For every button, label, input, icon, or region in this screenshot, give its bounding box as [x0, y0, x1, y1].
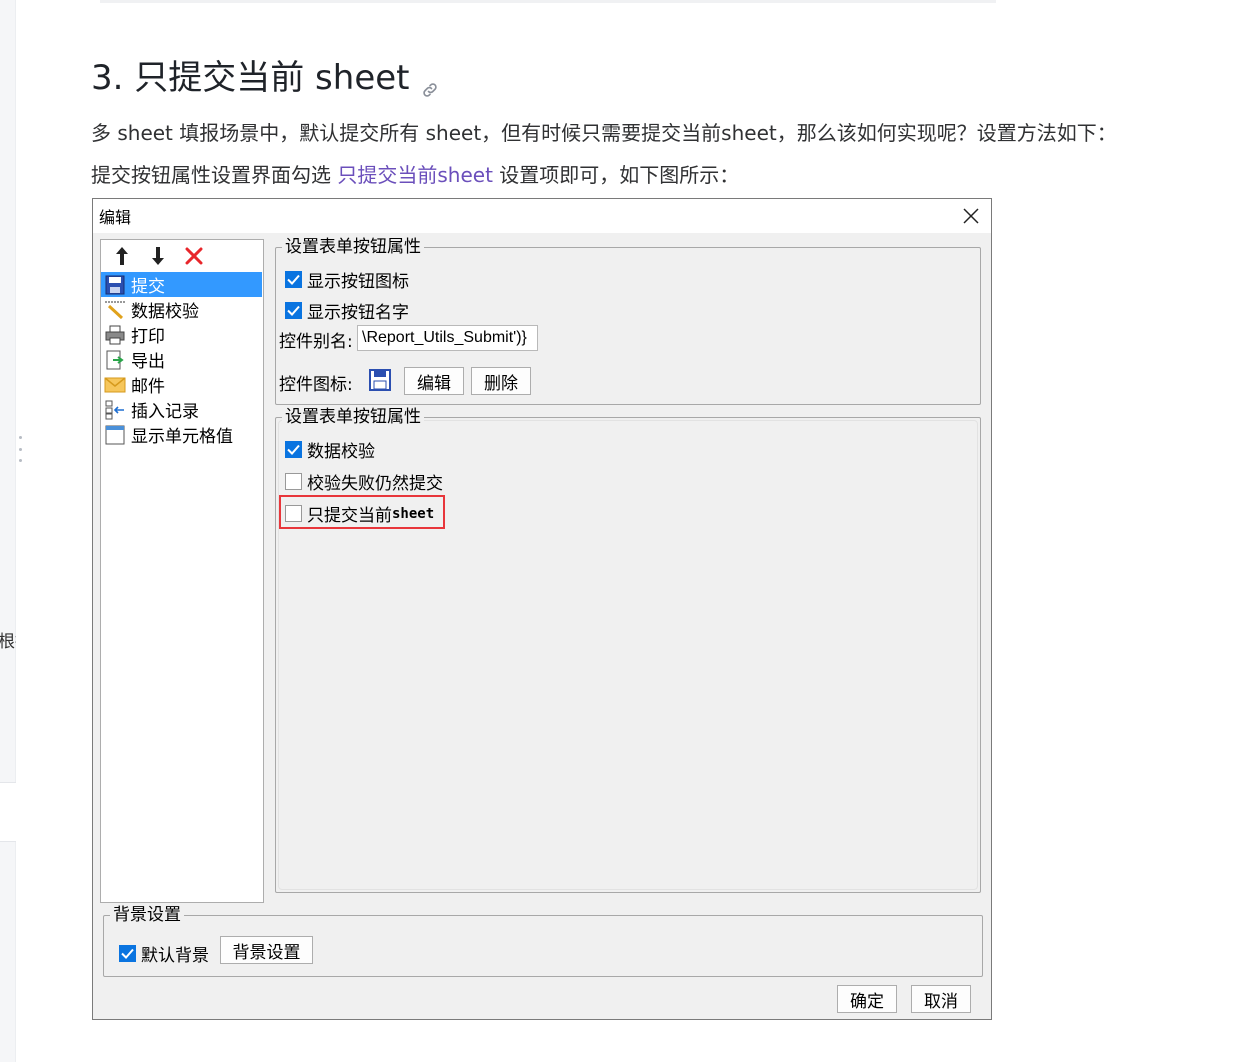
printer-icon [103, 324, 127, 346]
left-sidebar-rail [0, 0, 16, 1062]
insert-record-icon [103, 399, 127, 421]
alias-label: 控件别名: [279, 332, 353, 352]
mail-icon [103, 374, 127, 396]
validate-icon [103, 299, 127, 321]
list-item-label: 打印 [131, 327, 165, 347]
checkbox-checked[interactable] [285, 271, 302, 288]
checkbox-checked[interactable] [119, 945, 136, 962]
show-icon-label: 显示按钮图标 [307, 272, 409, 292]
list-item-print[interactable]: 打印 [101, 322, 263, 347]
edit-dialog: 编辑 提交 数据校验 打印 导出 邮件 插入记录 显示单元格值 设置表单按钮属性… [92, 198, 992, 1020]
floppy-disk-icon [369, 369, 391, 395]
validate-checkbox-row[interactable]: 数据校验 [285, 437, 375, 462]
list-item-label: 提交 [131, 277, 165, 297]
delete-x-icon[interactable] [183, 245, 205, 267]
cell-value-icon [103, 424, 127, 446]
close-icon[interactable] [957, 202, 985, 230]
dialog-titlebar: 编辑 [93, 199, 991, 233]
sidebar-resize-handle[interactable] [18, 436, 22, 462]
list-item-label: 邮件 [131, 377, 165, 397]
edit-icon-button[interactable]: 编辑 [404, 367, 464, 395]
export-icon [103, 349, 127, 371]
group-legend: 设置表单按钮属性 [282, 407, 424, 427]
sidebar-clipped-text: 根据 [0, 632, 16, 652]
list-toolbar [101, 240, 263, 272]
top-divider [100, 0, 996, 3]
icon-label: 控件图标: [279, 375, 353, 395]
show-name-checkbox-row[interactable]: 显示按钮名字 [285, 298, 409, 323]
list-item-cell-value[interactable]: 显示单元格值 [101, 422, 263, 447]
submit-on-fail-label: 校验失败仍然提交 [307, 474, 443, 494]
paragraph-instruction: 提交按钮属性设置界面勾选 只提交当前sheet 设置项即可，如下图所示： [91, 159, 739, 188]
group-legend: 背景设置 [110, 905, 184, 925]
cancel-button[interactable]: 取消 [911, 985, 971, 1013]
checkbox-checked[interactable] [285, 302, 302, 319]
para2-prefix: 提交按钮属性设置界面勾选 [91, 163, 338, 187]
alias-input[interactable]: \Report_Utils_Submit')} [357, 325, 538, 351]
action-list-panel: 提交 数据校验 打印 导出 邮件 插入记录 显示单元格值 [100, 239, 264, 903]
group-legend: 设置表单按钮属性 [282, 237, 424, 257]
list-item-submit[interactable]: 提交 [101, 272, 262, 297]
arrow-down-icon[interactable] [147, 245, 169, 267]
show-name-label: 显示按钮名字 [307, 303, 409, 323]
submit-on-fail-checkbox-row[interactable]: 校验失败仍然提交 [285, 469, 443, 494]
action-list: 提交 数据校验 打印 导出 邮件 插入记录 显示单元格值 [101, 272, 263, 447]
highlight-option-name: 只提交当前sheet [337, 163, 493, 187]
show-icon-checkbox-row[interactable]: 显示按钮图标 [285, 267, 409, 292]
section-heading: 3. 只提交当前 sheet [91, 50, 439, 99]
default-background-label: 默认背景 [141, 946, 209, 966]
list-item-validate[interactable]: 数据校验 [101, 297, 263, 322]
para2-suffix: 设置项即可，如下图所示： [492, 163, 740, 187]
list-item-label: 数据校验 [131, 302, 199, 322]
list-item-label: 插入记录 [131, 402, 199, 422]
list-item-export[interactable]: 导出 [101, 347, 263, 372]
checkbox-unchecked[interactable] [285, 473, 302, 490]
default-background-checkbox-row[interactable]: 默认背景 [119, 941, 209, 966]
list-item-insert-record[interactable]: 插入记录 [101, 397, 263, 422]
list-item-mail[interactable]: 邮件 [101, 372, 263, 397]
validate-label: 数据校验 [307, 442, 375, 462]
checkbox-checked[interactable] [285, 441, 302, 458]
save-icon [103, 274, 127, 296]
background-settings-button[interactable]: 背景设置 [220, 936, 313, 964]
paragraph-intro: 多 sheet 填报场景中，默认提交所有 sheet，但有时候只需要提交当前sh… [91, 121, 1117, 145]
list-item-label: 显示单元格值 [131, 427, 233, 447]
arrow-up-icon[interactable] [111, 245, 133, 267]
list-item-label: 导出 [131, 352, 165, 372]
sidebar-clipped-box [0, 782, 16, 842]
anchor-link-icon[interactable] [421, 68, 439, 97]
section-heading-text: 3. 只提交当前 sheet [91, 58, 410, 98]
ok-button[interactable]: 确定 [837, 985, 897, 1013]
delete-icon-button[interactable]: 删除 [471, 367, 531, 395]
dialog-title: 编辑 [99, 208, 132, 227]
highlight-outline [279, 495, 445, 529]
